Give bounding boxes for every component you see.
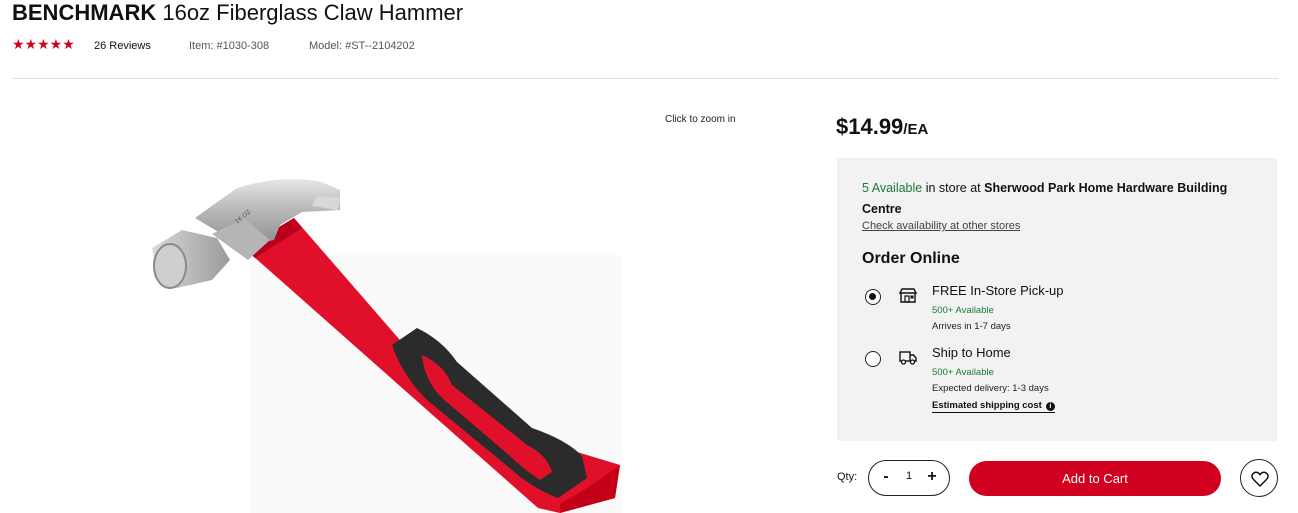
ship-home-radio[interactable] — [865, 351, 881, 367]
model-number: Model: #ST--2104202 — [309, 40, 415, 52]
ship-home-available: 500+ Available — [932, 367, 994, 378]
estimated-shipping-link[interactable]: Estimated shipping cost i — [932, 400, 1055, 413]
store-stock-count: 5 Available — [862, 181, 923, 195]
check-other-stores-link[interactable]: Check availability at other stores — [862, 220, 1020, 232]
estimated-shipping-label: Estimated shipping cost — [932, 400, 1042, 411]
pickup-available: 500+ Available — [932, 305, 994, 316]
rating-stars[interactable]: ★★★★★ — [12, 36, 75, 53]
store-availability: 5 Available in store at Sherwood Park Ho… — [862, 178, 1262, 220]
price-amount: $14.99 — [836, 114, 904, 139]
qty-label: Qty: — [837, 471, 858, 483]
info-icon[interactable]: i — [1045, 402, 1055, 411]
pickup-radio[interactable] — [865, 289, 881, 305]
qty-increase-button[interactable]: + — [923, 469, 941, 487]
qty-decrease-button[interactable]: - — [877, 469, 895, 487]
truck-icon — [899, 351, 917, 365]
price-unit: /EA — [903, 121, 929, 138]
item-number: Item: #1030-308 — [189, 40, 270, 52]
product-title: BENCHMARK 16oz Fiberglass Claw Hammer — [12, 0, 463, 26]
add-to-cart-button[interactable]: Add to Cart — [969, 461, 1221, 496]
hammer-product-image[interactable]: 16 OZ — [12, 100, 792, 513]
product-brand: BENCHMARK — [12, 0, 157, 25]
product-name: 16oz Fiberglass Claw Hammer — [162, 0, 464, 25]
ship-home-delivery: Expected delivery: 1-3 days — [932, 383, 1049, 394]
store-icon — [899, 288, 917, 303]
pickup-arrival: Arrives in 1-7 days — [932, 321, 1011, 332]
store-availability-text: in store at — [925, 181, 981, 195]
ship-home-label: Ship to Home — [932, 345, 1011, 360]
pickup-label: FREE In-Store Pick-up — [932, 283, 1064, 298]
wishlist-button[interactable] — [1240, 459, 1278, 497]
header-divider — [12, 78, 1278, 79]
fulfillment-panel: 5 Available in store at Sherwood Park Ho… — [837, 158, 1277, 441]
zoom-hint: Click to zoom in — [665, 114, 736, 125]
reviews-link[interactable]: 26 Reviews — [94, 40, 151, 52]
quantity-stepper: - 1 + — [868, 460, 950, 496]
product-gallery[interactable]: 16 OZ Click to zoom in — [12, 100, 792, 513]
heart-icon — [1251, 471, 1269, 487]
qty-value[interactable]: 1 — [900, 470, 918, 482]
order-online-heading: Order Online — [862, 250, 960, 267]
product-price: $14.99/EA — [836, 114, 928, 140]
